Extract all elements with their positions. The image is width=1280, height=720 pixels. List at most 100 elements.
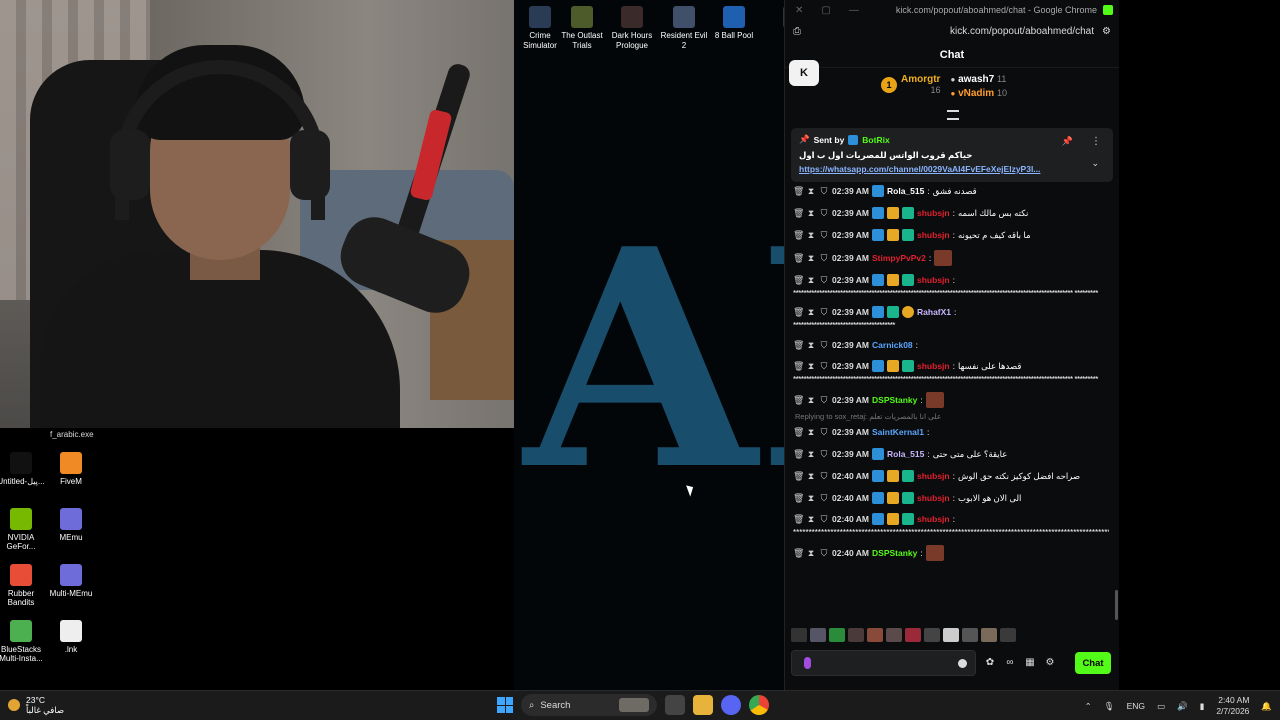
mic-tray-icon[interactable]: 🎙 bbox=[1104, 701, 1115, 712]
trash-icon[interactable]: 🗑 bbox=[793, 208, 804, 219]
message-username[interactable]: shubsjn bbox=[917, 361, 950, 371]
trash-icon[interactable]: 🗑 bbox=[793, 253, 804, 264]
trash-icon[interactable]: 🗑 bbox=[793, 449, 804, 460]
chrome-icon[interactable] bbox=[749, 695, 769, 715]
trash-icon[interactable]: 🗑 bbox=[793, 275, 804, 286]
shield-icon[interactable]: ⛉ bbox=[819, 427, 829, 438]
trash-icon[interactable]: 🗑 bbox=[793, 395, 804, 406]
timeout-icon[interactable]: ⧗ bbox=[806, 471, 816, 482]
emote-11[interactable] bbox=[981, 628, 997, 642]
chevron-down-icon[interactable]: ⌄ bbox=[1091, 158, 1099, 169]
emote-4[interactable] bbox=[848, 628, 864, 642]
timeout-icon[interactable]: ⧗ bbox=[806, 253, 816, 264]
clock[interactable]: 2:40 AM 2/7/2026 bbox=[1216, 695, 1249, 717]
shield-icon[interactable]: ⛉ bbox=[819, 449, 829, 460]
desktop-icon[interactable]: FiveM bbox=[46, 452, 96, 486]
emote-9[interactable] bbox=[943, 628, 959, 642]
pinned-link[interactable]: https://whatsapp.com/channel/0029VaAI4Fv… bbox=[799, 164, 1079, 174]
emote-8[interactable] bbox=[924, 628, 940, 642]
emote-3[interactable] bbox=[829, 628, 845, 642]
leader-2-name[interactable]: awash7 bbox=[958, 74, 994, 85]
volume-icon[interactable]: 🔊 bbox=[1177, 701, 1188, 712]
discord-icon[interactable] bbox=[721, 695, 741, 715]
trash-icon[interactable]: 🗑 bbox=[793, 548, 804, 559]
chat-message[interactable]: 🗑 ⧗ ⛉ 02:39 AM DSPStanky: bbox=[793, 392, 1109, 408]
chat-message[interactable]: 🗑 ⧗ ⛉ 02:39 AM shubsjn: *********************… bbox=[793, 274, 1109, 298]
notification-bell-icon[interactable]: 🔔 bbox=[1261, 701, 1272, 712]
store-icon[interactable]: ▦ bbox=[1024, 657, 1036, 669]
battery-icon[interactable]: ▮ bbox=[1200, 701, 1205, 712]
chat-message[interactable]: 🗑 ⧗ ⛉ 02:40 AM DSPStanky: bbox=[793, 545, 1109, 561]
timeout-icon[interactable]: ⧗ bbox=[806, 493, 816, 504]
bot-name[interactable]: BotRix bbox=[862, 135, 889, 145]
trash-icon[interactable]: 🗑 bbox=[793, 361, 804, 372]
close-icon[interactable]: ✕ bbox=[795, 5, 803, 16]
shield-icon[interactable]: ⛉ bbox=[819, 493, 829, 504]
maximize-icon[interactable]: ▢ bbox=[821, 5, 830, 16]
chat-message[interactable]: 🗑 ⧗ ⛉ 02:39 AM shubsjn: قصدها على نفسها ******… bbox=[793, 360, 1109, 384]
trash-icon[interactable]: 🗑 bbox=[793, 514, 804, 525]
shield-icon[interactable]: ⛉ bbox=[819, 275, 829, 286]
emote-1[interactable] bbox=[791, 628, 807, 642]
chat-message[interactable]: 🗑 ⧗ ⛉ 02:40 AM shubsjn: الى الان هو الابوب bbox=[793, 491, 1109, 505]
emote-2[interactable] bbox=[810, 628, 826, 642]
message-username[interactable]: Carnick08 bbox=[872, 340, 913, 350]
language-indicator[interactable]: ENG bbox=[1127, 701, 1145, 711]
timeout-icon[interactable]: ⧗ bbox=[806, 307, 816, 318]
chevron-up-icon[interactable]: ⌃ bbox=[1085, 701, 1092, 712]
unpin-icon[interactable]: 📌 bbox=[1062, 136, 1073, 147]
chat-message[interactable]: 🗑 ⧗ ⛉ 02:39 AM Rola_515: قصدنه فشق bbox=[793, 184, 1109, 198]
desktop-icon[interactable]: Rubber Bandits bbox=[0, 564, 46, 607]
gift-icon[interactable]: ✿ bbox=[984, 657, 996, 669]
chat-message[interactable]: 🗑 ⧗ ⛉ 02:40 AM shubsjn: صراحه افضل كوكيز نكته… bbox=[793, 469, 1109, 483]
tune-icon[interactable]: ⚙ bbox=[1102, 26, 1111, 37]
settings-gear-icon[interactable]: ⚙ bbox=[1044, 657, 1056, 669]
chat-scrollbar[interactable] bbox=[1115, 590, 1118, 620]
loop-icon[interactable]: ∞ bbox=[1004, 657, 1016, 669]
desktop-icon[interactable]: MEmu bbox=[46, 508, 96, 542]
shield-icon[interactable]: ⛉ bbox=[819, 471, 829, 482]
chat-message[interactable]: 🗑 ⧗ ⛉ 02:39 AM StimpyPvPv2: bbox=[793, 250, 1109, 266]
file-explorer-icon[interactable] bbox=[693, 695, 713, 715]
timeout-icon[interactable]: ⧗ bbox=[806, 548, 816, 559]
timeout-icon[interactable]: ⧗ bbox=[806, 208, 816, 219]
trash-icon[interactable]: 🗑 bbox=[793, 340, 804, 351]
timeout-icon[interactable]: ⧗ bbox=[806, 361, 816, 372]
desktop-icon[interactable]: BlueStacks Multi-Insta... bbox=[0, 620, 46, 663]
emote-12[interactable] bbox=[1000, 628, 1016, 642]
leader-3-name[interactable]: vNadim bbox=[958, 88, 994, 99]
message-username[interactable]: StimpyPvPv2 bbox=[872, 253, 926, 263]
message-username[interactable]: Rola_515 bbox=[887, 449, 924, 459]
shield-icon[interactable]: ⛉ bbox=[819, 395, 829, 406]
chat-message[interactable]: 🗑 ⧗ ⛉ 02:39 AM Rola_515: عايقة؟ على متى حتى bbox=[793, 447, 1109, 461]
message-username[interactable]: Rola_515 bbox=[887, 186, 924, 196]
shield-icon[interactable]: ⛉ bbox=[819, 253, 829, 264]
send-chat-button[interactable]: Chat bbox=[1075, 652, 1111, 674]
windows-start-icon[interactable] bbox=[497, 697, 513, 713]
message-username[interactable]: shubsjn bbox=[917, 230, 950, 240]
timeout-icon[interactable]: ⧗ bbox=[806, 449, 816, 460]
chat-message[interactable]: 🗑 ⧗ ⛉ 02:39 AM SaintKernal1: bbox=[793, 425, 1109, 439]
shield-icon[interactable]: ⛉ bbox=[819, 340, 829, 351]
message-username[interactable]: shubsjn bbox=[917, 208, 950, 218]
network-icon[interactable]: ▭ bbox=[1157, 701, 1165, 712]
site-info-icon[interactable]: ⎙ bbox=[793, 26, 801, 37]
chat-message[interactable]: 🗑 ⧗ ⛉ 02:39 AM shubsjn: نكته بس مالك اسمه bbox=[793, 206, 1109, 220]
timeout-icon[interactable]: ⧗ bbox=[806, 186, 816, 197]
chat-message[interactable]: 🗑 ⧗ ⛉ 02:39 AM Carnick08: bbox=[793, 338, 1109, 352]
exe-label[interactable]: f_arabic.exe bbox=[50, 430, 94, 439]
trash-icon[interactable]: 🗑 bbox=[793, 186, 804, 197]
message-username[interactable]: RahafX1 bbox=[917, 307, 951, 317]
message-username[interactable]: shubsjn bbox=[917, 493, 950, 503]
desktop-icon[interactable]: Resident Evil 2 bbox=[658, 0, 710, 51]
voice-icon[interactable] bbox=[804, 657, 811, 669]
shield-icon[interactable]: ⛉ bbox=[819, 230, 829, 241]
trash-icon[interactable]: 🗑 bbox=[793, 471, 804, 482]
leader-1-name[interactable]: Amorgtr bbox=[901, 74, 940, 85]
timeout-icon[interactable]: ⧗ bbox=[806, 395, 816, 406]
message-username[interactable]: shubsjn bbox=[917, 471, 950, 481]
emote-10[interactable] bbox=[962, 628, 978, 642]
timeout-icon[interactable]: ⧗ bbox=[806, 275, 816, 286]
timeout-icon[interactable]: ⧗ bbox=[806, 427, 816, 438]
chat-message[interactable]: 🗑 ⧗ ⛉ 02:40 AM shubsjn: *********************… bbox=[793, 513, 1109, 537]
